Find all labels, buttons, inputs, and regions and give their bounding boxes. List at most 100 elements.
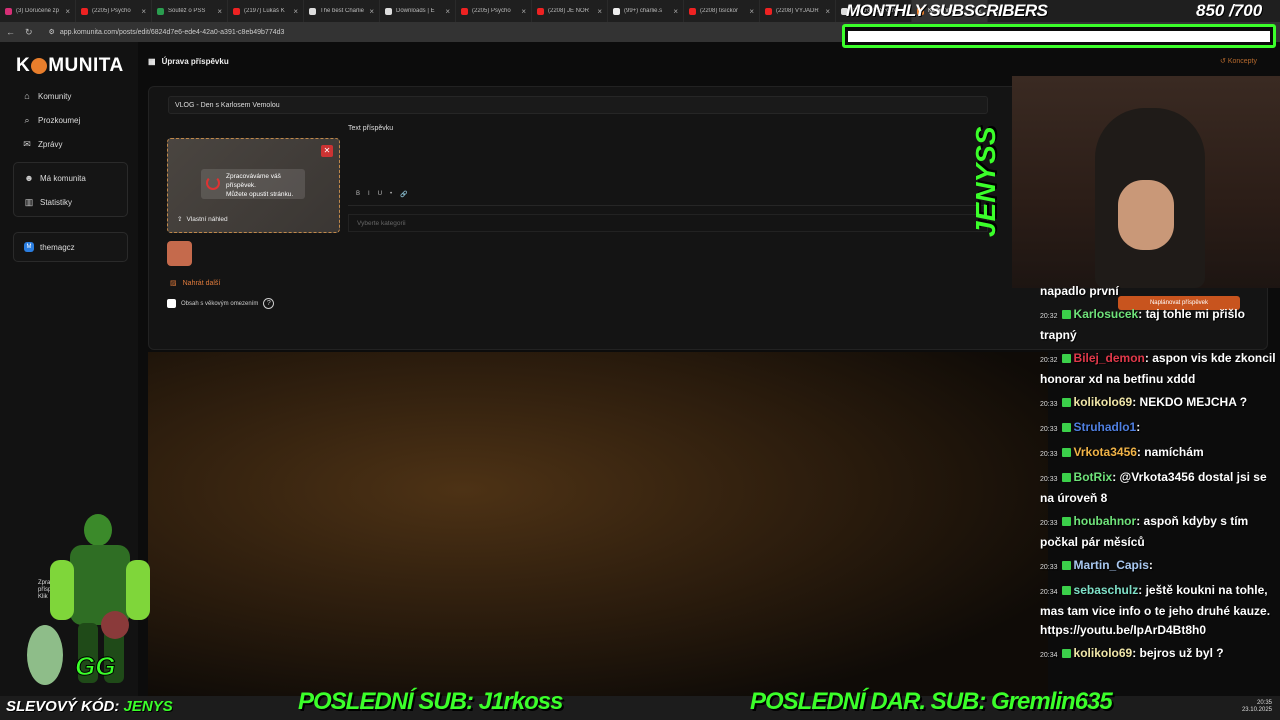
upload-more-button[interactable]: ▨ Nahrát další <box>170 279 220 288</box>
chat-username: Vrkota3456 <box>1073 445 1137 459</box>
chat-username: BotRix <box>1073 470 1113 484</box>
streamer-face <box>1118 180 1174 250</box>
subs-progress-bar <box>842 24 1276 48</box>
nav-item-ma-komunita[interactable]: ☻ Má komunita <box>24 173 86 183</box>
brand-logo: JENYSS <box>970 126 1001 238</box>
browser-tab[interactable]: (2205) Psycho × <box>456 0 532 22</box>
chat-username: sebaschulz <box>1073 583 1139 597</box>
close-tab-icon[interactable]: × <box>825 7 830 16</box>
close-tab-icon[interactable]: × <box>597 7 602 16</box>
tab-favicon-icon <box>385 7 392 15</box>
nav-item-prozkoumej[interactable]: ⌕ Prozkoumej <box>22 115 80 126</box>
category-select[interactable]: Vyberte kategorii <box>348 214 988 232</box>
media-avatar[interactable] <box>167 241 192 266</box>
chat-text: : taj tohle mi přišlo trapný <box>1040 307 1245 342</box>
browser-tab[interactable]: (2208) JE NOR × <box>532 0 608 22</box>
subs-progress-fill <box>848 31 1270 42</box>
format-button[interactable]: B <box>356 191 360 198</box>
close-tab-icon[interactable]: × <box>445 7 450 16</box>
chat-username: Struhadlo1 <box>1073 420 1137 434</box>
custom-preview-button[interactable]: ⇪ Vlastní náhled <box>177 215 228 224</box>
tab-favicon-icon <box>689 7 696 15</box>
close-tab-icon[interactable]: × <box>369 7 374 16</box>
page-title: ▦ Úprava příspěvku <box>148 57 229 66</box>
format-button[interactable]: • <box>390 191 392 198</box>
chat-list: 20:32 Karlosucek: taj tohle mi přišlo tra… <box>1040 305 1280 660</box>
upload-icon: ⇪ <box>177 216 183 223</box>
browser-tab-bar: (3) Doručené zp × (2205) Psycho × Soutěž o P… <box>0 0 1280 22</box>
community-avatar-icon: M <box>24 242 34 252</box>
chat-text: : <box>1148 558 1153 572</box>
back-icon[interactable]: ← <box>6 27 15 37</box>
reload-icon[interactable]: ↻ <box>25 27 33 38</box>
last-sub-banner: POSLEDNÍ SUB: J1rkoss <box>298 688 563 715</box>
chat-text: : bejros už byl ? <box>1132 646 1224 660</box>
site-info-icon[interactable]: ⚙ <box>49 28 55 36</box>
nav-item-statistiky[interactable]: ▥ Statistiky <box>24 197 72 208</box>
close-tab-icon[interactable]: × <box>65 7 70 16</box>
blurred-background <box>148 352 1048 696</box>
chat-username: Martin_Capis <box>1073 558 1149 572</box>
sub-badge-icon <box>1061 423 1071 433</box>
chat-text: : NEKDO MEJCHA ? <box>1132 395 1248 409</box>
chat-username: kolikolo69 <box>1073 646 1133 660</box>
format-button[interactable]: 🔗 <box>400 191 407 198</box>
community-item-themagcz[interactable]: M themagcz <box>24 242 75 252</box>
format-button[interactable]: I <box>368 191 370 198</box>
tab-favicon-icon <box>765 7 772 15</box>
age-restriction-toggle[interactable]: Obsah s věkovým omezením ? <box>167 298 275 309</box>
tab-favicon-icon <box>537 7 544 15</box>
close-tab-icon[interactable]: × <box>749 7 754 16</box>
tab-favicon-icon <box>309 7 316 15</box>
system-clock[interactable]: 20:35 23.10.2025 <box>1242 700 1272 714</box>
stats-icon: ▥ <box>24 197 34 207</box>
komunita-logo[interactable]: K MUNITA <box>16 55 124 77</box>
edit-icon: ▦ <box>148 57 156 66</box>
media-thumbnail[interactable]: ✕ Zpracováváme váš příspěvek. Můžete opu… <box>167 138 340 233</box>
close-tab-icon[interactable]: × <box>521 7 526 16</box>
sub-badge-icon <box>1061 561 1071 571</box>
chat-message: 20:33 BotRix: @Vrkota3456 dostal jsi se n… <box>1040 470 1267 505</box>
chat-first-line: napadlo první <box>1040 284 1119 298</box>
concepts-link[interactable]: ↺ Koncepty <box>1220 57 1257 65</box>
nav-item-komunity[interactable]: ⌂ Komunity <box>22 91 71 101</box>
chat-message: 20:33 houbahnor: aspoň kdyby s tím počkal… <box>1040 514 1249 549</box>
tab-favicon-icon <box>5 7 12 15</box>
chat-text: : namíchám <box>1136 445 1204 459</box>
browser-tab[interactable]: (2205) Psycho × <box>76 0 152 22</box>
nav-item-zpravy[interactable]: ✉ Zprávy <box>22 139 62 150</box>
sub-badge-icon <box>1061 310 1071 320</box>
browser-tab[interactable]: (2208) tisíckor × <box>684 0 760 22</box>
trash-icon[interactable]: ✕ <box>321 145 333 157</box>
close-tab-icon[interactable]: × <box>141 7 146 16</box>
url-field[interactable]: ⚙ app.komunita.com/posts/edit/6824d7e6-e… <box>49 28 285 37</box>
post-title-input[interactable]: VLOG - Den s Karlosem Vemolou <box>168 96 988 114</box>
browser-tab[interactable]: Soutěž o PSS × <box>152 0 228 22</box>
post-text-editor[interactable] <box>348 138 988 206</box>
browser-tab[interactable]: (99+) charlie.s × <box>608 0 684 22</box>
browser-tab[interactable]: Downloads | E × <box>380 0 456 22</box>
sub-badge-icon <box>1061 354 1071 364</box>
format-toolbar: B I U • 🔗 <box>356 191 408 198</box>
tab-favicon-icon <box>157 7 164 15</box>
chat-text: : aspoň kdyby s tím počkal pár měsíců <box>1040 514 1249 549</box>
browser-tab[interactable]: (2197) Lukáš K × <box>228 0 304 22</box>
image-icon: ▨ <box>170 280 177 287</box>
mail-icon: ✉ <box>23 139 31 149</box>
close-tab-icon[interactable]: × <box>293 7 298 16</box>
text-label: Text příspěvku <box>348 125 394 132</box>
format-button[interactable]: U <box>378 191 382 198</box>
history-icon: ↺ <box>1220 58 1228 65</box>
mascot-image: GG <box>27 514 150 685</box>
browser-tab[interactable]: (2208) VYJÁDŘ × <box>760 0 836 22</box>
close-tab-icon[interactable]: × <box>217 7 222 16</box>
chat-message: 20:33 Struhadlo1: <box>1040 420 1141 434</box>
browser-tab[interactable]: (3) Doručené zp × <box>0 0 76 22</box>
chat-message: 20:34 kolikolo69: bejros už byl ? <box>1040 646 1224 660</box>
browser-tab[interactable]: The best Charlie × <box>304 0 380 22</box>
close-tab-icon[interactable]: × <box>673 7 678 16</box>
search-icon: ⌕ <box>24 115 30 125</box>
help-icon[interactable]: ? <box>263 298 275 309</box>
age-checkbox[interactable] <box>167 299 176 308</box>
promo-code: SLEVOVÝ KÓD: JENYS <box>6 698 173 715</box>
